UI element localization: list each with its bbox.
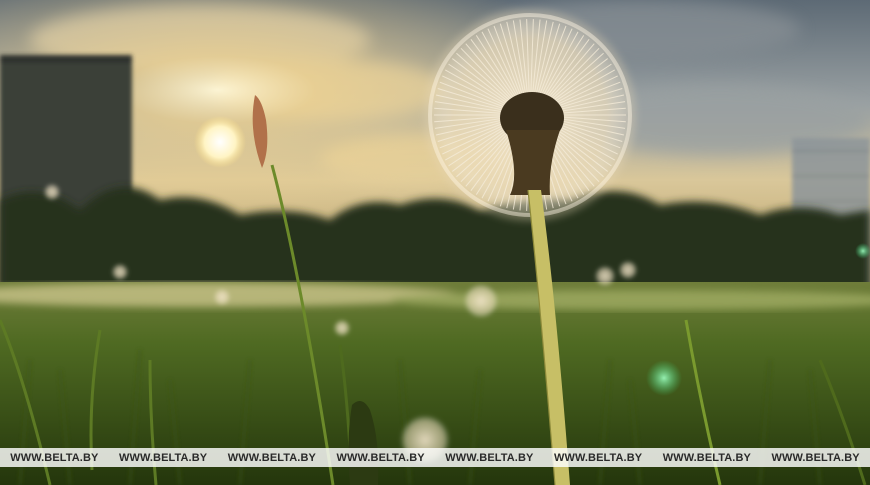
watermark-text: WWW.BELTA.BY [445,451,534,464]
dandelion-sunset-photo [0,0,870,485]
watermark-text: WWW.BELTA.BY [336,451,425,464]
watermark-text: WWW.BELTA.BY [771,451,860,464]
watermark-text: WWW.BELTA.BY [554,451,643,464]
watermark-text: WWW.BELTA.BY [10,451,99,464]
watermark-text: WWW.BELTA.BY [662,451,751,464]
watermark-text: WWW.BELTA.BY [119,451,208,464]
watermark-text: WWW.BELTA.BY [227,451,316,464]
photo-scene: WWW.BELTA.BY WWW.BELTA.BY WWW.BELTA.BY W… [0,0,870,485]
watermark-strip: WWW.BELTA.BY WWW.BELTA.BY WWW.BELTA.BY W… [0,448,870,467]
